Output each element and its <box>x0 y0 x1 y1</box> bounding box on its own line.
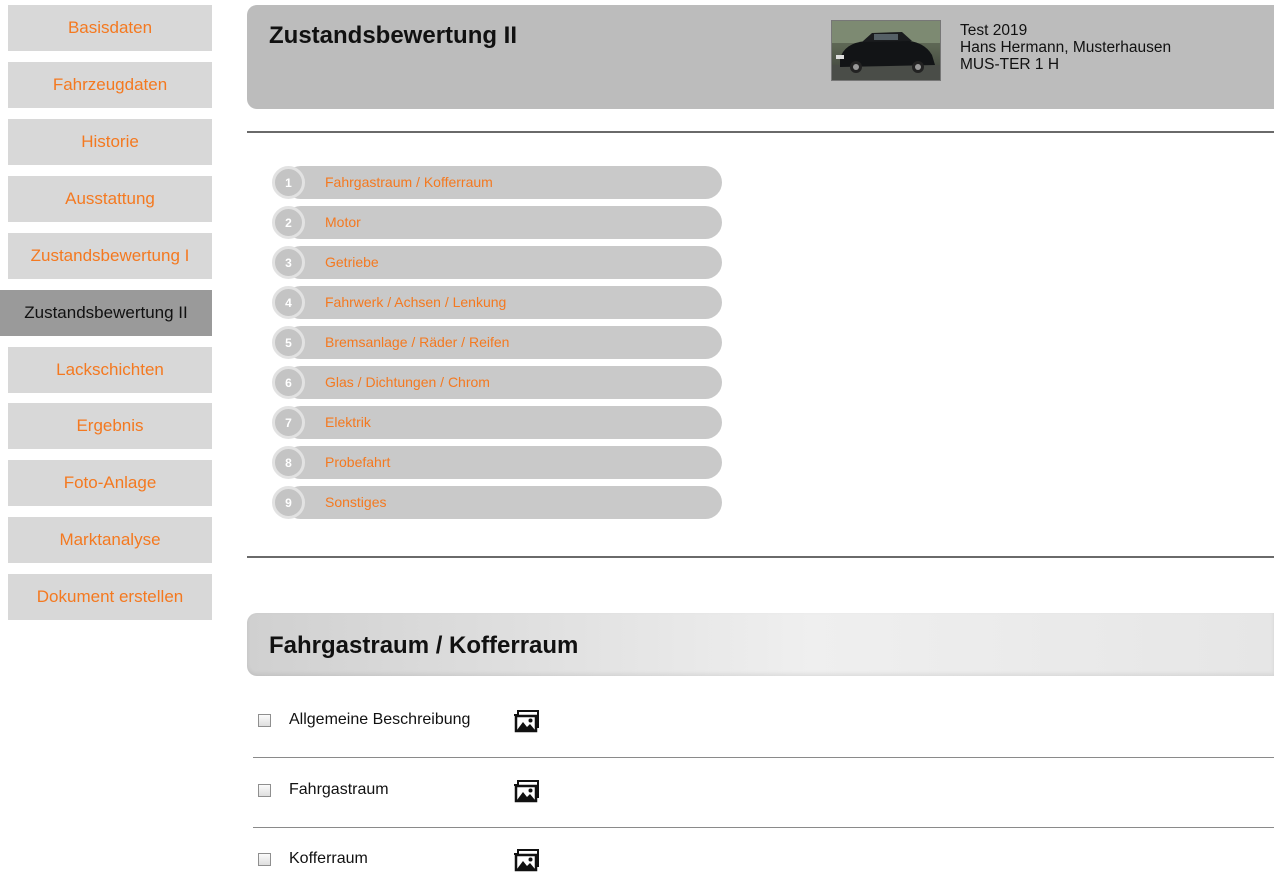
page-title: Zustandsbewertung II <box>269 22 518 49</box>
checklist-item-label: Allgemeine Beschreibung <box>289 711 471 728</box>
step-number: 4 <box>272 286 305 319</box>
sidebar-item-dokument-erstellen[interactable]: Dokument erstellen <box>8 574 212 620</box>
sidebar-item-lackschichten[interactable]: Lackschichten <box>8 347 212 393</box>
step-number: 2 <box>272 206 305 239</box>
sidebar-item-fahrzeugdaten[interactable]: Fahrzeugdaten <box>8 62 212 108</box>
sidebar-item-ergebnis[interactable]: Ergebnis <box>8 403 212 449</box>
step-item-2[interactable]: 2 Motor <box>272 206 722 239</box>
sidebar-item-foto-anlage[interactable]: Foto-Anlage <box>8 460 212 506</box>
step-number: 6 <box>272 366 305 399</box>
sidebar-item-historie[interactable]: Historie <box>8 119 212 165</box>
step-number: 8 <box>272 446 305 479</box>
gallery-icon[interactable] <box>512 778 542 804</box>
step-label[interactable]: Probefahrt <box>325 454 390 470</box>
allgemeine-beschreibung-checkbox[interactable] <box>258 714 271 727</box>
step-number: 5 <box>272 326 305 359</box>
section-title: Fahrgastraum / Kofferraum <box>269 632 579 659</box>
divider <box>247 556 1274 558</box>
step-label[interactable]: Motor <box>325 214 361 230</box>
vehicle-info-plate: MUS-TER 1 H <box>960 56 1060 73</box>
vehicle-info-title: Test 2019 <box>960 22 1028 39</box>
gallery-icon[interactable] <box>512 847 542 873</box>
step-item-9[interactable]: 9 Sonstiges <box>272 486 722 519</box>
row-divider <box>253 757 1274 758</box>
page-header: Zustandsbewertung II Test 2019 Hans Herm… <box>247 5 1274 109</box>
row-divider <box>253 827 1274 828</box>
step-label[interactable]: Elektrik <box>325 414 371 430</box>
step-item-1[interactable]: 1 Fahrgastraum / Kofferraum <box>272 166 722 199</box>
step-number: 1 <box>272 166 305 199</box>
step-label[interactable]: Fahrgastraum / Kofferraum <box>325 174 493 190</box>
kofferraum-checkbox[interactable] <box>258 853 271 866</box>
fahrgastraum-checkbox[interactable] <box>258 784 271 797</box>
sidebar-item-marktanalyse[interactable]: Marktanalyse <box>8 517 212 563</box>
checklist-item-label: Kofferraum <box>289 850 368 867</box>
step-number: 9 <box>272 486 305 519</box>
step-item-6[interactable]: 6 Glas / Dichtungen / Chrom <box>272 366 722 399</box>
checklist-item-label: Fahrgastraum <box>289 781 389 798</box>
step-number: 7 <box>272 406 305 439</box>
sidebar-item-basisdaten[interactable]: Basisdaten <box>8 5 212 51</box>
checklist-row-fahrgastraum: Fahrgastraum <box>247 772 1274 816</box>
step-label[interactable]: Getriebe <box>325 254 379 270</box>
sidebar-item-zustandsbewertung-1[interactable]: Zustandsbewertung I <box>8 233 212 279</box>
step-label[interactable]: Bremsanlage / Räder / Reifen <box>325 334 509 350</box>
step-item-4[interactable]: 4 Fahrwerk / Achsen / Lenkung <box>272 286 722 319</box>
step-label[interactable]: Glas / Dichtungen / Chrom <box>325 374 490 390</box>
step-item-3[interactable]: 3 Getriebe <box>272 246 722 279</box>
step-item-7[interactable]: 7 Elektrik <box>272 406 722 439</box>
step-number: 3 <box>272 246 305 279</box>
sidebar-item-ausstattung[interactable]: Ausstattung <box>8 176 212 222</box>
step-item-5[interactable]: 5 Bremsanlage / Räder / Reifen <box>272 326 722 359</box>
section-header: Fahrgastraum / Kofferraum <box>247 613 1274 676</box>
step-label[interactable]: Fahrwerk / Achsen / Lenkung <box>325 294 506 310</box>
checklist-row-kofferraum: Kofferraum <box>247 841 1274 885</box>
gallery-icon[interactable] <box>512 708 542 734</box>
checklist-row-allgemeine-beschreibung: Allgemeine Beschreibung <box>247 702 1274 746</box>
divider <box>247 131 1274 133</box>
vehicle-info: Test 2019 Hans Hermann, Musterhausen MUS… <box>960 22 1171 73</box>
step-label[interactable]: Sonstiges <box>325 494 386 510</box>
vehicle-thumbnail <box>831 20 941 81</box>
step-item-8[interactable]: 8 Probefahrt <box>272 446 722 479</box>
sidebar-item-zustandsbewertung-2[interactable]: Zustandsbewertung II <box>0 290 212 336</box>
vehicle-info-owner: Hans Hermann, Musterhausen <box>960 39 1172 56</box>
